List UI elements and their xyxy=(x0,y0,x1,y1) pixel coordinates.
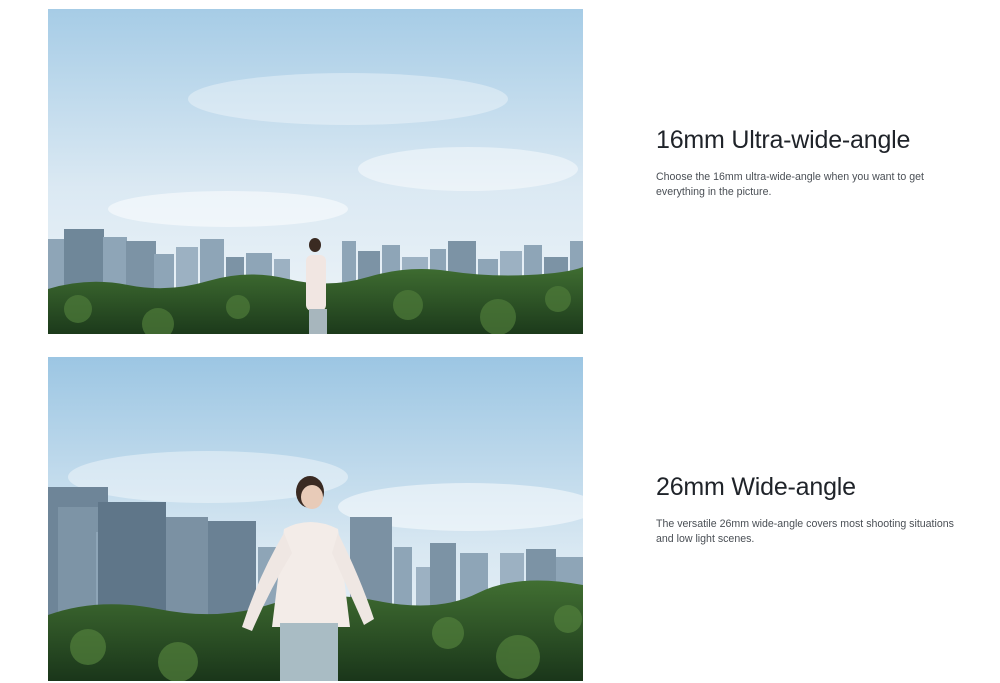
wide-description: The versatile 26mm wide-angle covers mos… xyxy=(656,518,954,545)
ultra-wide-sample-photo xyxy=(48,9,583,334)
wide-title: 26mm Wide-angle xyxy=(656,473,856,501)
wide-photo-illustration xyxy=(48,357,583,681)
ultra-wide-photo-illustration xyxy=(48,9,583,334)
ultra-wide-feature-text: 16mm Ultra-wide-angle Choose the 16mm ul… xyxy=(656,124,956,200)
wide-feature-text: 26mm Wide-angle The versatile 26mm wide-… xyxy=(656,471,956,547)
wide-sample-photo xyxy=(48,357,583,681)
ultra-wide-description: Choose the 16mm ultra-wide-angle when yo… xyxy=(656,171,924,198)
page: 16mm Ultra-wide-angle Choose the 16mm ul… xyxy=(0,0,1000,683)
ultra-wide-title: 16mm Ultra-wide-angle xyxy=(656,126,911,154)
